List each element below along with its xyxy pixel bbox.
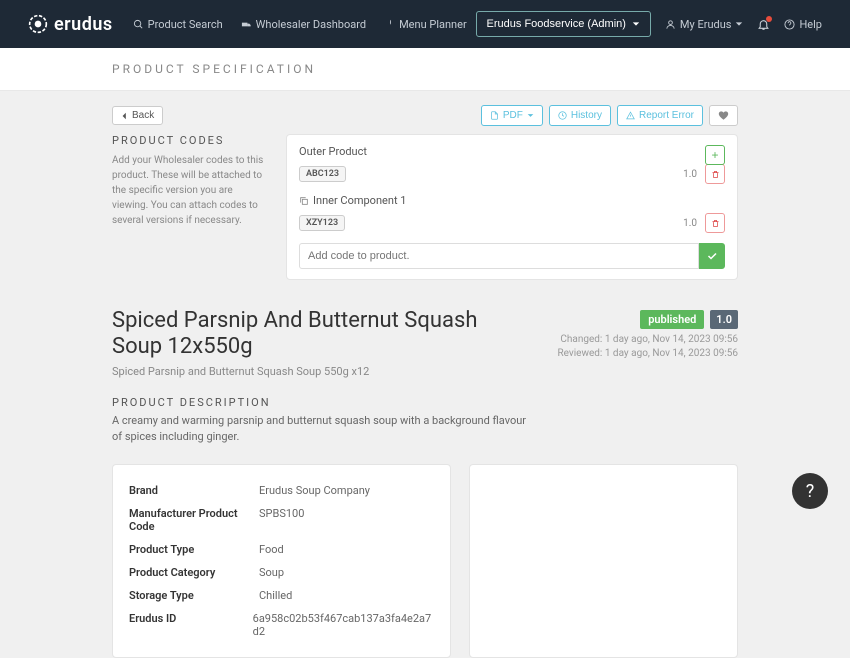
warning-icon bbox=[626, 111, 635, 120]
codes-description: Add your Wholesaler codes to this produc… bbox=[112, 153, 268, 228]
delete-code-button[interactable] bbox=[705, 164, 725, 184]
admin-dropdown[interactable]: Erudus Foodservice (Admin) bbox=[476, 11, 651, 37]
info-row: Product TypeFood bbox=[129, 538, 434, 561]
info-value: Food bbox=[259, 543, 284, 556]
description-heading: PRODUCT DESCRIPTION bbox=[112, 396, 738, 409]
truck-icon bbox=[241, 19, 252, 30]
code-version: 1.0 bbox=[683, 169, 697, 180]
changed-text: Changed: 1 day ago, Nov 14, 2023 09:56 bbox=[557, 333, 738, 347]
add-code-input[interactable] bbox=[299, 243, 699, 269]
title-row: Spiced Parsnip And Butternut Squash Soup… bbox=[112, 298, 738, 378]
info-value: SPBS100 bbox=[259, 507, 304, 533]
confirm-add-button[interactable] bbox=[699, 243, 725, 269]
info-panel-right bbox=[469, 464, 738, 658]
info-row: Storage TypeChilled bbox=[129, 584, 434, 607]
version-badge: 1.0 bbox=[710, 310, 738, 329]
info-value: Erudus Soup Company bbox=[259, 484, 370, 497]
info-row: Manufacturer Product CodeSPBS100 bbox=[129, 502, 434, 538]
product-title: Spiced Parsnip And Butternut Squash Soup… bbox=[112, 308, 532, 361]
report-error-button[interactable]: Report Error bbox=[617, 105, 703, 126]
info-label: Brand bbox=[129, 484, 259, 497]
user-icon bbox=[665, 19, 676, 30]
info-label: Storage Type bbox=[129, 589, 259, 602]
reviewed-text: Reviewed: 1 day ago, Nov 14, 2023 09:56 bbox=[557, 347, 738, 361]
delete-code-button[interactable] bbox=[705, 213, 725, 233]
add-code-row bbox=[299, 243, 725, 269]
trash-icon bbox=[711, 170, 720, 179]
favorite-button[interactable] bbox=[709, 105, 738, 126]
inner-component-label: Inner Component 1 bbox=[299, 194, 725, 207]
info-label: Product Category bbox=[129, 566, 259, 579]
info-value: Chilled bbox=[259, 589, 292, 602]
logo-text: erudus bbox=[54, 14, 113, 35]
heart-icon bbox=[718, 110, 729, 121]
arrow-left-icon bbox=[121, 112, 129, 120]
codes-heading: PRODUCT CODES bbox=[112, 134, 268, 147]
description-text: A creamy and warming parsnip and buttern… bbox=[112, 413, 532, 446]
timestamps: Changed: 1 day ago, Nov 14, 2023 09:56 R… bbox=[557, 333, 738, 361]
nav-wholesaler-dashboard[interactable]: Wholesaler Dashboard bbox=[241, 18, 366, 31]
info-value: Soup bbox=[259, 566, 284, 579]
product-subtitle: Spiced Parsnip and Butternut Squash Soup… bbox=[112, 365, 532, 378]
caret-down-icon bbox=[735, 20, 743, 28]
code-chip: ABC123 bbox=[299, 166, 346, 182]
status-badge: published bbox=[640, 310, 704, 329]
page-title: PRODUCT SPECIFICATION bbox=[0, 48, 850, 91]
info-value: 6a958c02b53f467cab137a3fa4e2a7d2 bbox=[253, 612, 435, 638]
product-codes-section: PRODUCT CODES Add your Wholesaler codes … bbox=[112, 134, 738, 298]
inner-code-row: XZY123 1.0 bbox=[299, 213, 725, 233]
pdf-button[interactable]: PDF bbox=[481, 105, 543, 126]
nav-product-search[interactable]: Product Search bbox=[133, 18, 223, 31]
trash-icon bbox=[711, 219, 720, 228]
code-version: 1.0 bbox=[683, 218, 697, 229]
question-icon bbox=[784, 19, 795, 30]
search-icon bbox=[133, 19, 144, 30]
nav-right: Erudus Foodservice (Admin) My Erudus Hel… bbox=[476, 11, 822, 37]
check-icon bbox=[706, 250, 718, 262]
logo-icon bbox=[28, 14, 48, 34]
file-icon bbox=[490, 111, 499, 120]
info-label: Manufacturer Product Code bbox=[129, 507, 259, 533]
add-outer-button[interactable]: + bbox=[705, 145, 725, 165]
caret-down-icon bbox=[632, 20, 640, 28]
caret-down-icon bbox=[527, 112, 534, 119]
logo[interactable]: erudus bbox=[28, 14, 113, 35]
utensils-icon bbox=[384, 19, 395, 30]
help-link[interactable]: Help bbox=[784, 18, 822, 31]
info-row: Product CategorySoup bbox=[129, 561, 434, 584]
top-actions: Back PDF History Report Error bbox=[112, 91, 738, 134]
info-label: Erudus ID bbox=[129, 612, 253, 638]
nav-links: Product Search Wholesaler Dashboard Menu… bbox=[133, 18, 476, 31]
info-row: BrandErudus Soup Company bbox=[129, 479, 434, 502]
navbar: erudus Product Search Wholesaler Dashboa… bbox=[0, 0, 850, 48]
info-row: Erudus ID6a958c02b53f467cab137a3fa4e2a7d… bbox=[129, 607, 434, 643]
question-icon: ? bbox=[806, 481, 815, 502]
notification-dot bbox=[766, 16, 772, 22]
info-panel-left: BrandErudus Soup CompanyManufacturer Pro… bbox=[112, 464, 451, 658]
help-fab[interactable]: ? bbox=[792, 473, 828, 509]
info-columns: BrandErudus Soup CompanyManufacturer Pro… bbox=[112, 464, 738, 658]
copy-icon bbox=[299, 196, 309, 206]
history-button[interactable]: History bbox=[549, 105, 611, 126]
code-chip: XZY123 bbox=[299, 215, 345, 231]
outer-product-label: Outer Product bbox=[299, 145, 725, 158]
nav-menu-planner[interactable]: Menu Planner bbox=[384, 18, 467, 31]
back-button[interactable]: Back bbox=[112, 106, 163, 125]
outer-code-row: ABC123 1.0 bbox=[299, 164, 725, 184]
clock-icon bbox=[558, 111, 567, 120]
my-erudus-dropdown[interactable]: My Erudus bbox=[665, 18, 744, 31]
info-label: Product Type bbox=[129, 543, 259, 556]
notifications-button[interactable] bbox=[757, 18, 770, 31]
